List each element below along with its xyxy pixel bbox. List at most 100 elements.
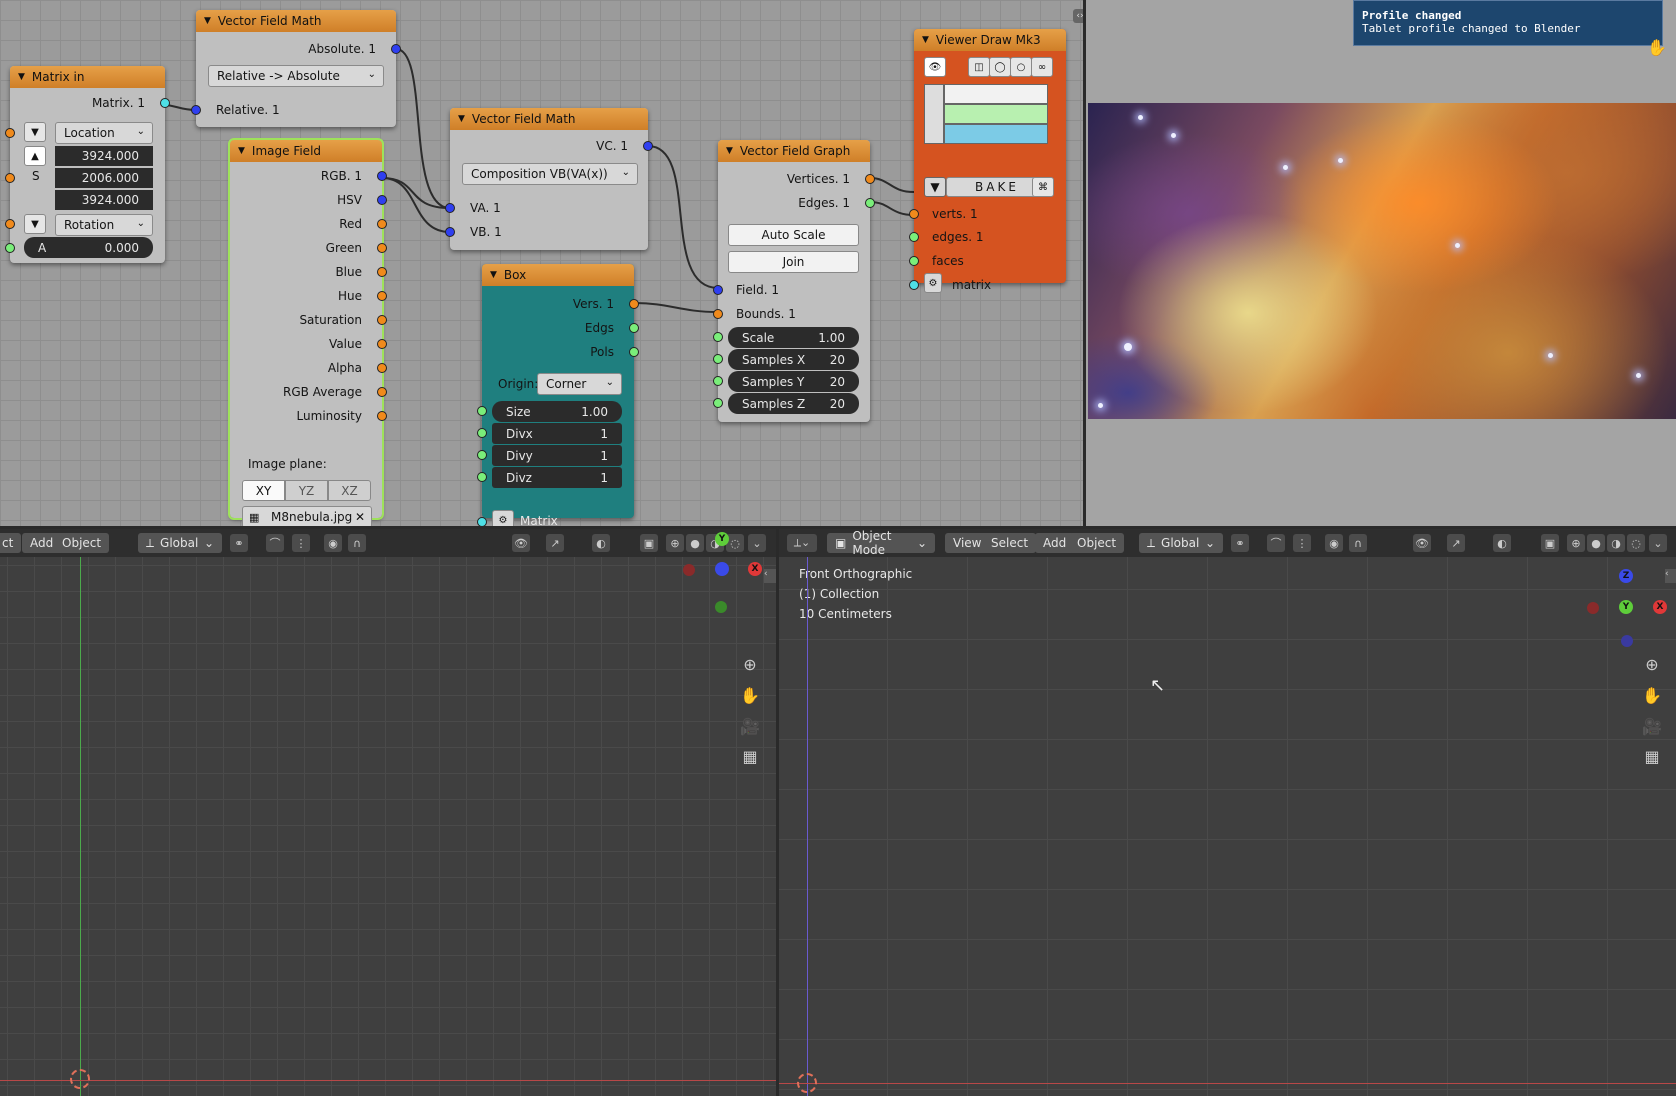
collapse-icon[interactable]: ▼ [490,270,497,280]
output-socket[interactable] [629,299,639,309]
vfg-scale-field[interactable]: Scale 1.00 [728,327,859,348]
bake-settings-icon[interactable]: ⌘ [1032,177,1054,197]
node-viewer-draw[interactable]: ▼ Viewer Draw Mk3 👁 ◫ ◯ ○ ∞ ▼ BAKE ⌘ vert… [909,29,1066,293]
gizmo-x-axis[interactable]: X [748,562,762,576]
node-vector-field-graph[interactable]: ▼ Vector Field Graph Vertices. 1 Edges. 1… [713,140,875,422]
visibility-icon[interactable]: 👁 [1413,534,1431,552]
output-socket[interactable] [377,267,387,277]
solid-shading-icon[interactable]: ● [686,534,704,552]
mode-dropdown[interactable]: Relative -> Absolute ⌄ [208,65,384,87]
sphere-wire-icon[interactable]: ◯ [989,57,1011,77]
node-image-field[interactable]: ▼ Image Field RGB. 1 HSV Red Green Blue Hue Sat… [228,138,387,528]
object-menu[interactable]: Object [54,533,110,553]
eye-icon[interactable]: 👁 [924,57,946,77]
gizmo-neg-x-axis[interactable] [683,564,695,576]
output-socket[interactable] [865,174,875,184]
object-menu[interactable]: Object [1069,533,1125,553]
bake-arrow-icon[interactable]: ▼ [924,177,946,197]
node-header[interactable]: ▼ Vector Field Math [196,10,396,32]
output-socket[interactable] [160,98,170,108]
rotation-dropdown[interactable]: Rotation ⌄ [55,214,153,236]
output-socket[interactable] [629,323,639,333]
output-socket[interactable] [629,347,639,357]
box-divy-field[interactable]: Divy 1 [492,445,622,466]
angle-field[interactable]: A 0.000 [24,237,153,258]
gizmo-icon[interactable]: ↗ [1447,534,1465,552]
auto-scale-button[interactable]: Auto Scale [728,224,859,246]
gizmo-icon[interactable]: ↗ [546,534,564,552]
node-editor[interactable]: ▼ Matrix in Matrix. 1 ▼ Location ⌄ ▲ 3924.… [0,0,1083,528]
gizmo-z-axis[interactable] [715,562,729,576]
input-socket[interactable] [5,243,15,253]
overlay-icon[interactable]: ◐ [1493,534,1511,552]
wireframe-shading-icon[interactable]: ⊕ [666,534,684,552]
output-socket[interactable] [377,339,387,349]
input-socket[interactable] [191,105,201,115]
input-socket[interactable] [713,376,723,386]
input-socket[interactable] [477,406,487,416]
location-dropdown[interactable]: Location ⌄ [55,122,153,144]
editor-type-icon[interactable]: ⟂⌄ [787,534,817,552]
input-socket[interactable] [477,472,487,482]
snap-icon[interactable]: ⌒ [1267,534,1285,552]
3d-cursor-icon[interactable] [70,1069,90,1089]
pivot-icon[interactable]: ⚭ [1231,534,1249,552]
falloff-icon[interactable]: ∩ [348,534,366,552]
collapse-icon[interactable]: ▼ [726,146,733,156]
output-socket[interactable] [377,411,387,421]
proportional-icon[interactable]: ◉ [324,534,342,552]
node-header[interactable]: ▼ Vector Field Math [450,108,648,130]
hand-pan-icon[interactable]: ✋ [1646,36,1668,58]
input-socket[interactable] [445,227,455,237]
input-socket[interactable] [5,128,15,138]
vfg-samples-x-field[interactable]: Samples X 20 [728,349,859,370]
output-socket[interactable] [377,243,387,253]
visibility-icon[interactable]: 👁 [512,534,530,552]
proportional-icon[interactable]: ◉ [1325,534,1343,552]
node-header[interactable]: ▼ Vector Field Graph [718,140,870,162]
color-swatch[interactable] [944,104,1048,124]
output-socket[interactable] [643,141,653,151]
shading-options-icon[interactable]: ⌄ [748,534,766,552]
sphere-solid-icon[interactable]: ○ [1010,57,1032,77]
output-socket[interactable] [377,291,387,301]
join-button[interactable]: Join [728,251,859,273]
sidebar-toggle-icon[interactable]: ‹ [764,569,776,583]
output-socket[interactable] [377,195,387,205]
cube-icon[interactable]: ◫ [968,57,990,77]
color-swatch[interactable] [944,84,1048,104]
output-socket[interactable] [865,198,875,208]
grid-icon[interactable]: ▦ [1641,745,1663,767]
hand-pan-icon[interactable]: ✋ [1641,684,1663,706]
shading-options-icon[interactable]: ⌄ [1649,534,1667,552]
node-matrix-in[interactable]: ▼ Matrix in Matrix. 1 ▼ Location ⌄ ▲ 3924.… [5,66,170,263]
snap-target-icon[interactable]: ⋮ [1293,534,1311,552]
box-divx-field[interactable]: Divx 1 [492,423,622,444]
pivot-icon[interactable]: ⚭ [230,534,248,552]
camera-icon[interactable]: 🎥 [1641,715,1663,737]
gizmo-neg-y-axis[interactable] [715,601,727,613]
node-header[interactable]: ▼ Matrix in [10,66,165,88]
node-header[interactable]: ▼ Image Field [230,140,382,162]
solid-shading-icon[interactable]: ● [1587,534,1605,552]
collapse-icon[interactable]: ▼ [238,146,245,156]
output-socket[interactable] [377,387,387,397]
zoom-icon[interactable]: ⊕ [1641,653,1663,675]
toggle-up-icon[interactable]: ▲ [24,146,46,166]
zoom-icon[interactable]: ⊕ [739,653,761,675]
plane-button[interactable]: XZ [328,480,371,501]
box-size-field[interactable]: Size 1.00 [492,401,622,422]
input-socket[interactable] [909,232,919,242]
mode-dropdown[interactable]: ▣ Object Mode ⌄ [827,529,935,557]
area-divider-vertical[interactable] [1083,0,1086,528]
material-shading-icon[interactable]: ◑ [1607,534,1625,552]
node-header[interactable]: ▼ Viewer Draw Mk3 [914,29,1066,51]
gizmo-y-axis[interactable]: Y [715,532,729,546]
collapse-icon[interactable]: ▼ [18,72,25,82]
gizmo-neg-x-axis[interactable] [1587,602,1599,614]
viewport-right[interactable]: ⟂⌄ ▣ Object Mode ⌄ View Select Add Object … [779,529,1676,1096]
overlay-icon[interactable]: ◐ [592,534,610,552]
snap-icon[interactable]: ⌒ [266,534,284,552]
node-vector-field-math-1[interactable]: ▼ Vector Field Math Absolute. 1 Relative … [191,10,401,127]
mode-dropdown[interactable]: Composition VB(VA(x)) ⌄ [462,163,638,185]
